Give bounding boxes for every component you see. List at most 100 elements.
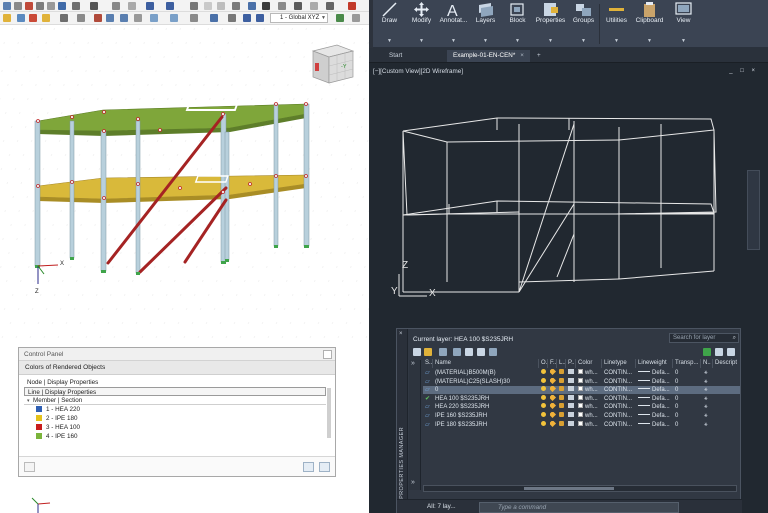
layer-linetype[interactable]: CONTIN... xyxy=(604,386,636,394)
sun-thawed-icon[interactable] xyxy=(550,412,557,420)
layer-transparency[interactable]: 0 xyxy=(675,412,701,420)
tree-row-node[interactable]: Node | Display Properties xyxy=(24,378,326,387)
toolbar-icon[interactable] xyxy=(248,2,256,10)
unlock-icon[interactable] xyxy=(559,377,566,386)
scrollbar-thumb[interactable] xyxy=(524,487,614,490)
layer-transparency[interactable]: 0 xyxy=(675,378,701,386)
set-current-icon[interactable] xyxy=(489,348,497,356)
section-row[interactable]: 2 - IPE 180 xyxy=(24,414,326,423)
unlock-icon[interactable] xyxy=(559,394,566,403)
printer-icon[interactable] xyxy=(568,420,576,429)
toolbar-icon[interactable] xyxy=(25,2,33,10)
layer-linetype[interactable]: CONTIN... xyxy=(604,378,636,386)
toolbar-icon[interactable] xyxy=(29,14,37,22)
horizontal-scrollbar[interactable] xyxy=(423,485,737,492)
toolbar-icon[interactable] xyxy=(94,14,102,22)
layer-transparency[interactable]: 0 xyxy=(675,421,701,429)
toolbar-icon[interactable] xyxy=(36,2,44,10)
column-header[interactable]: Transp... xyxy=(673,359,701,368)
layer-color[interactable]: wh... xyxy=(578,394,602,403)
toolbar-icon[interactable] xyxy=(60,14,68,22)
bulb-on-icon[interactable] xyxy=(541,394,548,403)
navigation-cube[interactable]: -Y xyxy=(309,39,357,87)
section-row[interactable]: 4 - IPE 160 xyxy=(24,432,326,441)
bulb-on-icon[interactable] xyxy=(541,412,548,420)
column-header[interactable]: O.. xyxy=(539,359,548,368)
layer-row[interactable]: ▱ HEA 220 $S235JRH wh... CONTIN... Defa... 0 ⚹ xyxy=(423,403,740,411)
toolbar-icon[interactable] xyxy=(190,14,198,22)
column-header[interactable]: S.. xyxy=(423,359,433,368)
layer-transparency[interactable]: 0 xyxy=(675,403,701,411)
layer-color[interactable]: wh... xyxy=(578,412,602,420)
printer-icon[interactable] xyxy=(568,386,576,394)
transparency-icon[interactable] xyxy=(715,348,723,356)
toolbar-icon[interactable] xyxy=(228,14,236,22)
toolbar-icon[interactable] xyxy=(336,14,344,22)
toolbar-icon[interactable] xyxy=(348,2,356,10)
toolbar-icon[interactable] xyxy=(58,2,66,10)
new-vp-freeze-icon[interactable]: ⚹ xyxy=(704,403,713,411)
layer-transparency[interactable]: 0 xyxy=(675,395,701,403)
control-panel-scrollbar[interactable] xyxy=(327,388,331,438)
unlock-icon[interactable] xyxy=(559,403,566,411)
list-icon[interactable] xyxy=(24,462,35,472)
bulb-on-icon[interactable] xyxy=(541,420,548,429)
toolbar-icon[interactable] xyxy=(170,14,178,22)
toolbar-icon[interactable] xyxy=(310,2,318,10)
column-header[interactable]: F.. xyxy=(548,359,557,368)
new-group-filter-icon[interactable] xyxy=(424,348,432,356)
new-layer-icon[interactable] xyxy=(453,348,461,356)
layer-linetype[interactable]: CONTIN... xyxy=(604,395,636,403)
toolbar-icon[interactable] xyxy=(190,2,198,10)
layer-states-icon[interactable] xyxy=(439,348,447,356)
layer-lineweight[interactable]: Defa... xyxy=(638,386,673,394)
settings-icon[interactable] xyxy=(303,462,314,472)
delete-layer-icon[interactable] xyxy=(477,348,485,356)
toolbar-icon[interactable] xyxy=(14,2,22,10)
layer-color[interactable]: wh... xyxy=(578,369,602,377)
layer-lineweight[interactable]: Defa... xyxy=(638,369,673,377)
toolbar-icon[interactable] xyxy=(278,2,286,10)
printer-icon[interactable] xyxy=(568,403,576,411)
command-line-input[interactable]: Type a command xyxy=(479,502,679,513)
toolbar-icon[interactable] xyxy=(294,2,302,10)
toolbar-icon[interactable] xyxy=(120,14,128,22)
new-vp-freeze-icon[interactable]: ⚹ xyxy=(704,421,713,429)
ribbon-button-view[interactable]: View ▼ xyxy=(667,0,700,47)
column-header[interactable]: Descript xyxy=(713,359,740,368)
column-header[interactable]: L.. xyxy=(557,359,566,368)
bulb-on-icon[interactable] xyxy=(541,386,548,394)
layer-lineweight[interactable]: Defa... xyxy=(638,378,673,386)
layer-row[interactable]: ▱ (MATERIAL)B500M(B) wh... CONTIN... Defa...… xyxy=(423,369,740,377)
navigation-bar[interactable] xyxy=(747,170,760,250)
toolbar-icon[interactable] xyxy=(106,14,114,22)
toolbar-icon[interactable] xyxy=(72,2,80,10)
layer-linetype[interactable]: CONTIN... xyxy=(604,403,636,411)
toolbar-icon[interactable] xyxy=(204,2,212,10)
coordinate-system-select[interactable]: 1 - Global XYZ ▼ xyxy=(270,13,328,23)
layer-lineweight[interactable]: Defa... xyxy=(638,421,673,429)
sun-thawed-icon[interactable] xyxy=(550,369,557,377)
layer-row[interactable]: ✔ HEA 100 $S235JRH wh... CONTIN... Defa... 0 ⚹ xyxy=(423,394,740,403)
redo-icon[interactable] xyxy=(166,2,174,10)
toolbar-icon[interactable] xyxy=(134,14,142,22)
layer-linetype[interactable]: CONTIN... xyxy=(604,369,636,377)
printer-icon[interactable] xyxy=(568,394,576,403)
chevron-right-icon[interactable]: » xyxy=(411,360,415,367)
new-vp-freeze-icon[interactable]: ⚹ xyxy=(704,395,713,403)
layer-lineweight[interactable]: Defa... xyxy=(638,412,673,420)
toolbar-icon[interactable] xyxy=(77,14,85,22)
unlock-icon[interactable] xyxy=(559,412,566,420)
print-icon[interactable] xyxy=(90,2,98,10)
refresh-icon[interactable] xyxy=(703,348,711,356)
new-property-filter-icon[interactable] xyxy=(413,348,421,356)
tree-row-member[interactable]: ▾ Member | Section xyxy=(24,396,326,405)
toolbar-icon[interactable] xyxy=(262,2,270,10)
sun-thawed-icon[interactable] xyxy=(550,377,557,386)
toolbar-icon[interactable] xyxy=(352,14,360,22)
layer-lineweight[interactable]: Defa... xyxy=(638,395,673,403)
toolbar-icon[interactable] xyxy=(243,14,251,22)
toolbar-icon[interactable] xyxy=(210,14,218,22)
new-vp-freeze-icon[interactable]: ⚹ xyxy=(704,378,713,386)
unlock-icon[interactable] xyxy=(559,420,566,429)
